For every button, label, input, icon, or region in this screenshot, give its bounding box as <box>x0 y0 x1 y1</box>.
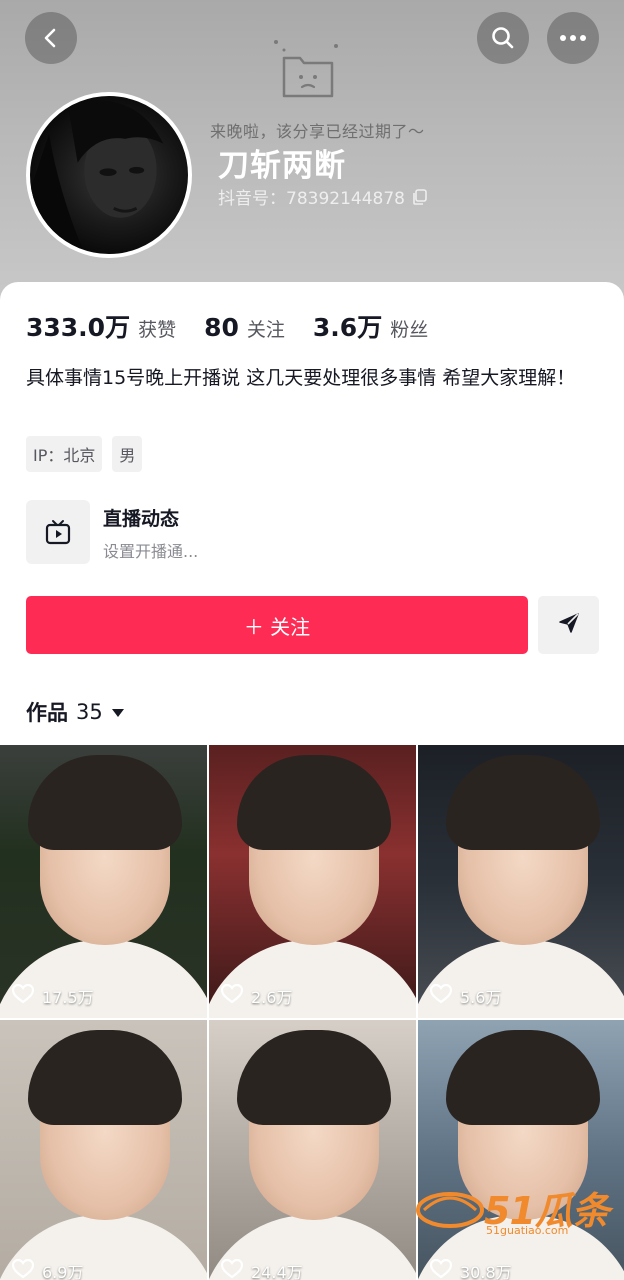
live-updates-subtitle: 设置开播通... <box>103 542 199 561</box>
follow-button[interactable]: ＋ 关注 <box>26 596 528 654</box>
nickname: 刀斩两断 <box>218 148 346 184</box>
share-expired-message: 来晚啦，该分享已经过期了～ <box>210 122 425 141</box>
search-button[interactable] <box>477 12 529 64</box>
ip-location-tag: IP：北京 <box>26 436 103 472</box>
video-tile[interactable]: 2.6万 <box>209 745 416 1018</box>
follow-button-label: ＋ 关注 <box>243 614 311 639</box>
video-tile[interactable]: 6.9万 <box>0 1020 207 1280</box>
following-label[interactable]: 关注 <box>247 315 285 342</box>
back-icon <box>40 27 62 49</box>
more-icon <box>559 34 587 42</box>
back-button[interactable] <box>25 12 77 64</box>
copy-icon[interactable] <box>413 188 427 205</box>
live-tv-icon <box>26 500 90 564</box>
video-like-count: 24.4万 <box>251 1263 303 1280</box>
video-tile[interactable]: 17.5万 <box>0 745 207 1018</box>
heart-icon <box>11 983 35 1008</box>
avatar[interactable] <box>26 92 192 258</box>
search-icon <box>490 25 516 51</box>
video-like-count: 6.9万 <box>42 1263 84 1280</box>
video-like-count: 2.6万 <box>251 988 293 1007</box>
video-tile[interactable]: 24.4万 <box>209 1020 416 1280</box>
heart-icon <box>220 1258 244 1280</box>
video-like-count: 30.8万 <box>460 1263 512 1280</box>
caret-down-icon <box>111 703 125 722</box>
profile-header: 来晚啦，该分享已经过期了～ 刀斩两断 抖音号：78392144878 <box>0 0 624 310</box>
douyin-id[interactable]: 抖音号：78392144878 <box>218 184 427 209</box>
followers-count[interactable]: 3.6万 <box>313 308 382 344</box>
followers-label[interactable]: 粉丝 <box>390 315 428 342</box>
heart-icon <box>429 983 453 1008</box>
bio: 具体事情15号晚上开播说 这几天要处理很多事情 希望大家理解！ <box>26 367 576 389</box>
likes-count: 333.0万 <box>26 313 131 342</box>
send-icon <box>557 611 581 639</box>
video-like-count: 17.5万 <box>42 988 94 1007</box>
works-count: 35 <box>76 700 103 724</box>
watermark: 51瓜条 51guatiao.com <box>414 1180 610 1240</box>
video-like-count: 5.6万 <box>460 988 502 1007</box>
profile-tags: IP：北京 男 <box>26 436 143 472</box>
heart-icon <box>429 1258 453 1280</box>
live-updates-title: 直播动态 <box>103 508 180 530</box>
following-count[interactable]: 80 <box>204 313 239 342</box>
gender-tag: 男 <box>112 436 143 472</box>
heart-icon <box>11 1258 35 1280</box>
works-label: 作品 <box>26 701 68 725</box>
more-button[interactable] <box>547 12 599 64</box>
video-tile[interactable]: 5.6万 <box>418 745 624 1018</box>
expired-folder-icon <box>270 36 344 104</box>
video-tile[interactable]: 30.8万 <box>418 1020 624 1280</box>
watermark-logo-icon <box>414 1192 486 1240</box>
watermark-url: 51guatiao.com <box>486 1224 569 1237</box>
douyin-id-text: 抖音号：78392144878 <box>218 189 405 209</box>
works-tab[interactable]: 作品 35 <box>26 697 125 727</box>
likes-label: 获赞 <box>138 319 177 341</box>
message-button[interactable] <box>538 596 599 654</box>
heart-icon <box>220 983 244 1008</box>
live-updates-entry[interactable]: 直播动态 设置开播通... <box>26 500 326 564</box>
stats-row: 333.0万 获赞 80 关注 3.6万 粉丝 <box>26 308 428 344</box>
